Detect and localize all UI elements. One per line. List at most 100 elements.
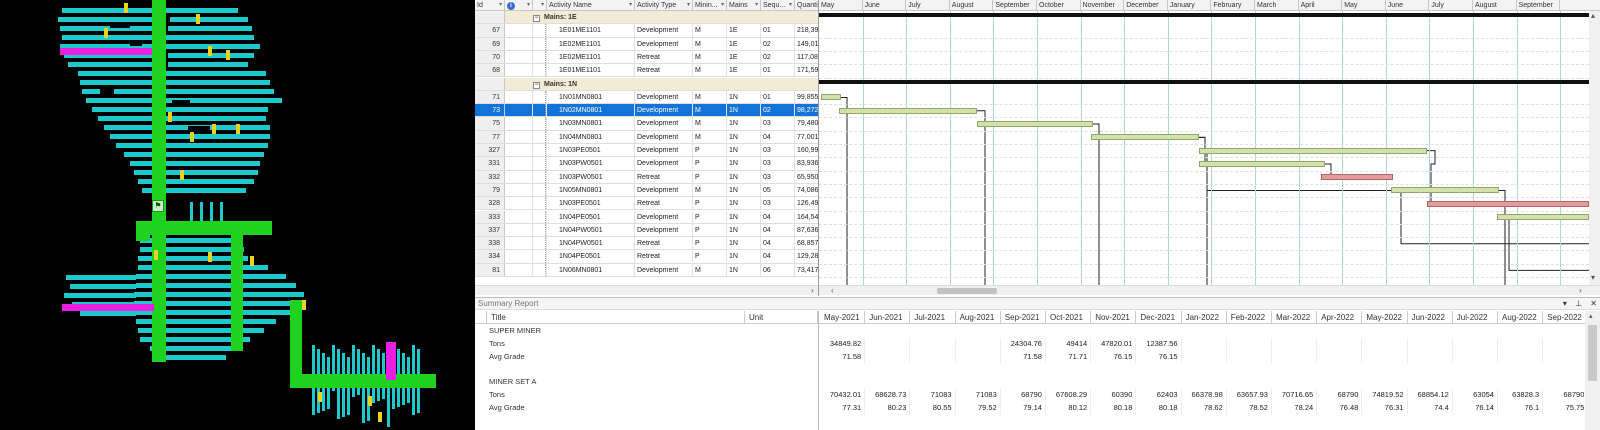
- development-task-bar[interactable]: [1199, 160, 1325, 167]
- group-row[interactable]: − Mains: 1E: [475, 11, 825, 25]
- summary-period-header[interactable]: Apr-2022: [1317, 311, 1363, 324]
- development-task-bar[interactable]: [1199, 147, 1427, 154]
- table-row[interactable]: 3331N04PE0501DevelopmentP1N04164,549.7: [475, 210, 825, 224]
- development-task-bar[interactable]: [821, 94, 841, 101]
- column-header-id[interactable]: Id ▾: [475, 0, 505, 11]
- column-header-activity-name[interactable]: Activity Name ▾: [547, 0, 635, 11]
- summary-period-header[interactable]: Jul-2022: [1453, 311, 1498, 324]
- summary-column-title[interactable]: Title: [487, 311, 745, 324]
- table-row[interactable]: 337 1N04PW0501 Development P 1N 04 87,636.(: [475, 223, 825, 238]
- scroll-right-icon[interactable]: ›: [1579, 286, 1582, 295]
- summary-row[interactable]: Tons 70432.01 68628.73 71083 71083 68790 67608…: [475, 389, 1589, 402]
- row-header[interactable]: [475, 77, 505, 90]
- column-header-sequence[interactable]: Sequ... ▾: [761, 0, 795, 11]
- filter-dropdown-icon[interactable]: ▾: [755, 0, 758, 11]
- filter-dropdown-icon[interactable]: ▾: [541, 0, 544, 11]
- summary-period-header[interactable]: Jun-2022: [1408, 311, 1453, 324]
- summary-period-header[interactable]: Oct-2021: [1046, 311, 1092, 324]
- collapse-icon[interactable]: −: [533, 15, 540, 22]
- summary-period-header[interactable]: Aug-2021: [956, 311, 1001, 324]
- summary-value-cell: [865, 337, 911, 351]
- table-row[interactable]: 79 1N05MN0801 Development M 1N 05 74,086.5: [475, 183, 825, 198]
- summary-value-cell: 80.55: [910, 401, 956, 415]
- summary-period-header[interactable]: Sep-2022: [1543, 311, 1589, 324]
- table-row[interactable]: 77 1N04MN0801 Development M 1N 04 77,001.:: [475, 130, 825, 144]
- scroll-right-icon[interactable]: ›: [811, 286, 814, 295]
- summary-period-header[interactable]: May-2021: [820, 311, 866, 324]
- gantt-scroll-thumb[interactable]: [937, 288, 997, 294]
- summary-vertical-scrollbar[interactable]: ▴: [1585, 311, 1600, 430]
- development-task-bar[interactable]: [1091, 134, 1199, 141]
- table-row[interactable]: 331 1N03PW0501 Development P 1N 03 83,936.7: [475, 157, 825, 171]
- table-row[interactable]: 70 1E02ME1101 Retreat M 1E 02 117,086.5: [475, 50, 825, 65]
- summary-row[interactable]: Tons 34849.82 24304.76 49414 47820.01 12387.5…: [475, 337, 1589, 351]
- table-row[interactable]: 338 1N04PW0501 Retreat P 1N 04 68,857.:: [475, 237, 825, 251]
- summary-period-header[interactable]: Dec-2021: [1136, 311, 1182, 324]
- retreat-task-bar[interactable]: [1427, 200, 1589, 207]
- summary-period-header[interactable]: Aug-2022: [1498, 311, 1544, 324]
- summary-row[interactable]: Avg Grade 77.31 80.23 80.55 79.52 79.14 80.12 8…: [475, 401, 1589, 415]
- table-row[interactable]: 69 1E02ME1101 Development M 1E 02 149,019.:: [475, 37, 825, 51]
- row-header[interactable]: [475, 11, 505, 24]
- filter-dropdown-icon[interactable]: ▾: [687, 0, 690, 11]
- summary-period-header[interactable]: Sep-2021: [1001, 311, 1046, 324]
- gantt-vertical-scrollbar[interactable]: ▴ ▾: [1589, 11, 1600, 285]
- column-header-mining[interactable]: Minin... ▾: [693, 0, 727, 11]
- summary-period-header[interactable]: Nov-2021: [1091, 311, 1137, 324]
- summary-row[interactable]: SUPER MINER: [475, 325, 1585, 338]
- grid-horizontal-scrollbar[interactable]: ›: [475, 285, 820, 295]
- table-row[interactable]: 73 1N02MN0801 Development M 1N 02 98,272.:: [475, 104, 825, 118]
- summary-period-header[interactable]: May-2022: [1362, 311, 1408, 324]
- mine-layout-map[interactable]: ⚑: [0, 0, 475, 430]
- development-task-bar[interactable]: [1391, 187, 1499, 194]
- gantt-horizontal-scrollbar[interactable]: ‹ ›: [819, 285, 1600, 295]
- summary-value-cell: [1498, 350, 1544, 364]
- summary-period-header[interactable]: Jan-2022: [1182, 311, 1227, 324]
- scroll-down-icon[interactable]: ▾: [1591, 273, 1595, 282]
- gantt-chart[interactable]: May June July August September October Novembe…: [818, 0, 1600, 296]
- collapse-icon[interactable]: −: [533, 81, 540, 89]
- table-row[interactable]: 71 1N01MN0801 Development M 1N 01 99,855.(: [475, 90, 825, 105]
- dropdown-icon[interactable]: ▾: [1563, 299, 1567, 308]
- summary-scroll-thumb[interactable]: [1588, 325, 1597, 381]
- development-task-bar[interactable]: [839, 107, 977, 114]
- group-row[interactable]: − Mains: 1N: [475, 77, 825, 91]
- column-header-activity-type[interactable]: Activity Type ▾: [635, 0, 693, 11]
- gantt-body[interactable]: [819, 11, 1589, 285]
- location-flag-icon[interactable]: ⚑: [152, 200, 164, 212]
- summary-period-header[interactable]: Jul-2021: [910, 311, 956, 324]
- table-row[interactable]: 75 1N03MN0801 Development M 1N 03 79,480.(: [475, 117, 825, 131]
- table-row[interactable]: 68 1E01ME1101 Retreat M 1E 01 171,592.(: [475, 64, 825, 78]
- summary-period-header[interactable]: Feb-2022: [1227, 311, 1272, 324]
- retreat-task-bar[interactable]: [1321, 174, 1393, 181]
- scroll-up-icon[interactable]: ▴: [1589, 312, 1593, 320]
- column-header-blank[interactable]: ▾: [533, 0, 547, 11]
- table-row[interactable]: 3281N03PE0501RetreatP1N03126,495.5: [475, 197, 825, 211]
- development-task-bar[interactable]: [977, 120, 1093, 127]
- column-header-mains[interactable]: Mains ▾: [727, 0, 761, 11]
- filter-dropdown-icon[interactable]: ▾: [721, 0, 724, 11]
- summary-column-unit[interactable]: Unit: [745, 311, 818, 324]
- filter-dropdown-icon[interactable]: ▾: [499, 0, 502, 11]
- table-row[interactable]: 334 1N04PE0501 Retreat P 1N 04 129,289.:: [475, 250, 825, 264]
- summary-period-header[interactable]: Jun-2021: [865, 311, 911, 324]
- column-header-info[interactable]: i ▾: [505, 0, 533, 11]
- scroll-up-icon[interactable]: ▴: [1591, 11, 1595, 20]
- table-row[interactable]: 327 1N03PE0501 Development P 1N 03 160,994.(: [475, 144, 825, 158]
- summary-row[interactable]: Avg Grade 71.58 71.58 71.71 76.15 76.15: [475, 350, 1589, 364]
- pin-icon[interactable]: ⊥: [1575, 299, 1582, 308]
- summary-row[interactable]: [475, 363, 1585, 376]
- group-label[interactable]: − Mains: 1N: [533, 78, 577, 91]
- group-label[interactable]: − Mains: 1E: [533, 11, 577, 24]
- scroll-left-icon[interactable]: ‹: [831, 286, 834, 295]
- table-row[interactable]: 332 1N03PW0501 Retreat P 1N 03 65,950.2: [475, 170, 825, 184]
- development-task-bar[interactable]: [1497, 214, 1589, 220]
- table-row[interactable]: 81 1N06MN0801 Development M 1N 06 73,417.7: [475, 263, 825, 277]
- filter-dropdown-icon[interactable]: ▾: [629, 0, 632, 11]
- summary-period-header[interactable]: Mar-2022: [1272, 311, 1318, 324]
- summary-row[interactable]: MINER SET A: [475, 376, 1585, 389]
- table-row[interactable]: 67 1E01ME1101 Development M 1E 01 218,390.(: [475, 24, 825, 38]
- filter-dropdown-icon[interactable]: ▾: [527, 0, 530, 11]
- filter-dropdown-icon[interactable]: ▾: [789, 0, 792, 11]
- close-icon[interactable]: ✕: [1590, 299, 1597, 308]
